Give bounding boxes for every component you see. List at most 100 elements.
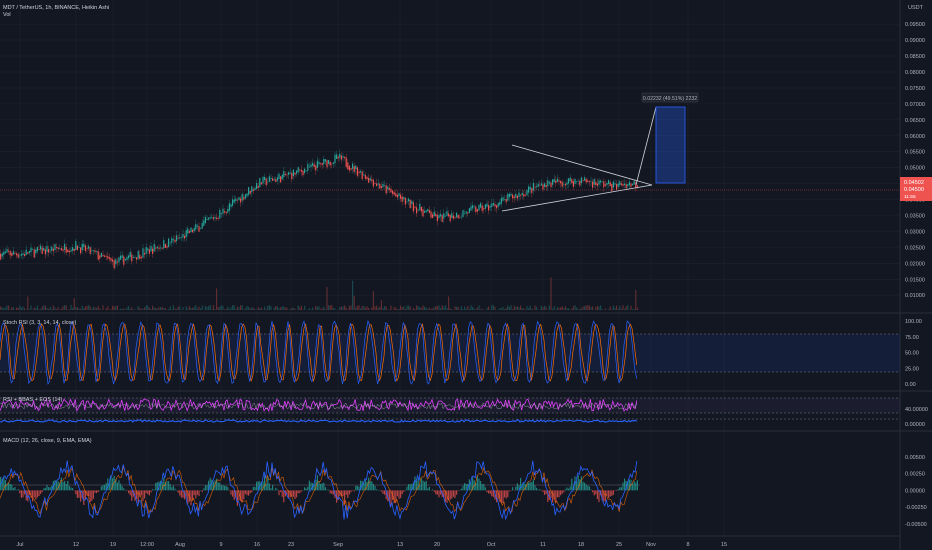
price-axis[interactable]: 0.09500 0.09000 0.08500 0.08000 0.07500 0.070… bbox=[905, 22, 925, 299]
chart-canvas[interactable]: 0.02232 (49.51%) 2232 MDT / TetherUS, 1h… bbox=[0, 0, 932, 550]
volume-bar bbox=[3, 308, 5, 310]
volume-bar bbox=[390, 305, 392, 310]
macd-hist-bar bbox=[608, 490, 610, 499]
volume-bar bbox=[521, 307, 523, 310]
candle-body bbox=[510, 193, 512, 196]
candle-body bbox=[449, 214, 451, 222]
macd-hist-bar bbox=[452, 490, 454, 497]
macd-hist-bar bbox=[195, 490, 197, 499]
rsi-label[interactable]: RSI + BBAS + EOS (14) bbox=[3, 397, 62, 403]
volume-bar bbox=[608, 309, 610, 310]
time-tick-label: 20 bbox=[434, 542, 440, 548]
candle-body bbox=[187, 228, 189, 234]
volume-bar bbox=[451, 309, 453, 310]
volume-bar bbox=[467, 306, 469, 310]
volume-bar bbox=[131, 307, 133, 310]
macd-hist-bar bbox=[380, 490, 382, 492]
candle-body bbox=[107, 256, 109, 259]
macd-label[interactable]: MACD (12, 26, close, 9, EMA, EMA) bbox=[3, 438, 92, 444]
candle-body bbox=[179, 237, 181, 239]
candle-body bbox=[432, 214, 434, 218]
target-projection-line[interactable] bbox=[635, 106, 657, 186]
macd-hist-bar bbox=[609, 490, 611, 497]
volume-bar bbox=[632, 309, 634, 310]
volume-bar bbox=[332, 308, 334, 310]
macd-hist-bar bbox=[347, 490, 349, 499]
macd-hist-bar bbox=[566, 487, 568, 491]
candle-body bbox=[401, 196, 403, 202]
candle-body bbox=[470, 206, 472, 211]
volume-bar bbox=[435, 306, 437, 310]
volume-bar bbox=[611, 309, 613, 310]
time-axis[interactable]: Jul 12 19 12:00 Aug 9 16 23 Sep 13 20 Oct 11 18 25 Nov 8… bbox=[16, 542, 727, 548]
volume-bar bbox=[278, 308, 280, 310]
price-pane[interactable]: 0.02232 (49.51%) 2232 bbox=[0, 92, 900, 310]
stoch-axis[interactable]: 100.00 75.00 50.00 25.00 0.00 bbox=[905, 319, 922, 388]
macd-hist-bar bbox=[80, 490, 82, 502]
macd-hist-bar bbox=[204, 485, 206, 491]
volume-bar bbox=[635, 290, 637, 310]
price-tick-label: 0.07500 bbox=[905, 86, 925, 92]
candle-body bbox=[145, 247, 147, 254]
macd-hist-bar bbox=[635, 482, 637, 491]
macd-hist-bar bbox=[396, 490, 398, 497]
volume-bar bbox=[206, 306, 208, 310]
candle-body bbox=[358, 171, 360, 174]
candle-body bbox=[75, 241, 77, 251]
volume-bar bbox=[316, 306, 318, 310]
price-tick-label: 0.08000 bbox=[905, 70, 925, 76]
macd-hist-bar bbox=[180, 490, 182, 498]
measure-box[interactable] bbox=[655, 106, 686, 184]
stoch-rsi-label[interactable]: Stoch RSI (3, 3, 14, 14, close) bbox=[3, 320, 77, 326]
macd-hist-bar bbox=[299, 490, 301, 494]
volume-bar bbox=[268, 305, 270, 310]
candle-body bbox=[544, 183, 546, 187]
volume-bar bbox=[339, 307, 341, 310]
macd-hist-bar bbox=[449, 490, 451, 500]
volume-bar bbox=[60, 308, 62, 310]
macd-hist-bar bbox=[598, 490, 600, 503]
candle-body bbox=[355, 165, 357, 170]
volume-bar bbox=[57, 307, 59, 310]
candle-body bbox=[473, 206, 475, 208]
price-tick-label: 0.09000 bbox=[905, 38, 925, 44]
macd-pane[interactable] bbox=[0, 460, 640, 521]
candle-body bbox=[195, 223, 197, 230]
volume-bar bbox=[540, 305, 542, 310]
volume-bar bbox=[371, 307, 373, 310]
candle-body bbox=[614, 183, 616, 185]
volume-bar bbox=[636, 307, 638, 310]
volume-bar bbox=[75, 306, 77, 310]
candle-body bbox=[582, 180, 584, 182]
rsi-pane[interactable] bbox=[0, 397, 900, 423]
triangle-lower-line[interactable] bbox=[501, 184, 653, 212]
macd-axis[interactable]: 0.00500 0.00250 0.00000 -0.00250 -0.00500 bbox=[905, 455, 927, 528]
volume-bar bbox=[44, 305, 46, 310]
candle-body bbox=[472, 205, 474, 209]
volume-bar bbox=[348, 305, 350, 310]
rsi-axis[interactable]: 40.00000 0.00000 bbox=[905, 407, 928, 428]
candle-body bbox=[216, 217, 218, 219]
stoch-rsi-pane[interactable] bbox=[0, 319, 900, 385]
volume-bar bbox=[102, 305, 104, 310]
candle-body bbox=[185, 230, 187, 238]
candle-body bbox=[99, 255, 101, 259]
candle-body bbox=[628, 181, 630, 186]
macd-hist-bar bbox=[48, 487, 50, 491]
macd-hist-bar bbox=[614, 490, 616, 491]
volume-bar bbox=[116, 305, 118, 310]
volume-bar bbox=[520, 305, 522, 310]
candle-body bbox=[569, 177, 571, 181]
volume-label[interactable]: Vol bbox=[3, 12, 11, 18]
price-tick-label: 0.08500 bbox=[905, 54, 925, 60]
chart-title[interactable]: MDT / TetherUS, 1h, BINANCE, Heikin Ashi bbox=[3, 5, 109, 11]
macd-hist-bar bbox=[571, 478, 573, 491]
volume-bar bbox=[590, 306, 592, 310]
candle-body bbox=[366, 176, 368, 180]
volume-bar bbox=[244, 308, 246, 310]
volume-bar bbox=[568, 308, 570, 310]
volume-bar bbox=[491, 305, 493, 310]
macd-hist-bar bbox=[587, 485, 589, 491]
macd-hist-bar bbox=[427, 488, 429, 491]
volume-bar bbox=[92, 306, 94, 310]
